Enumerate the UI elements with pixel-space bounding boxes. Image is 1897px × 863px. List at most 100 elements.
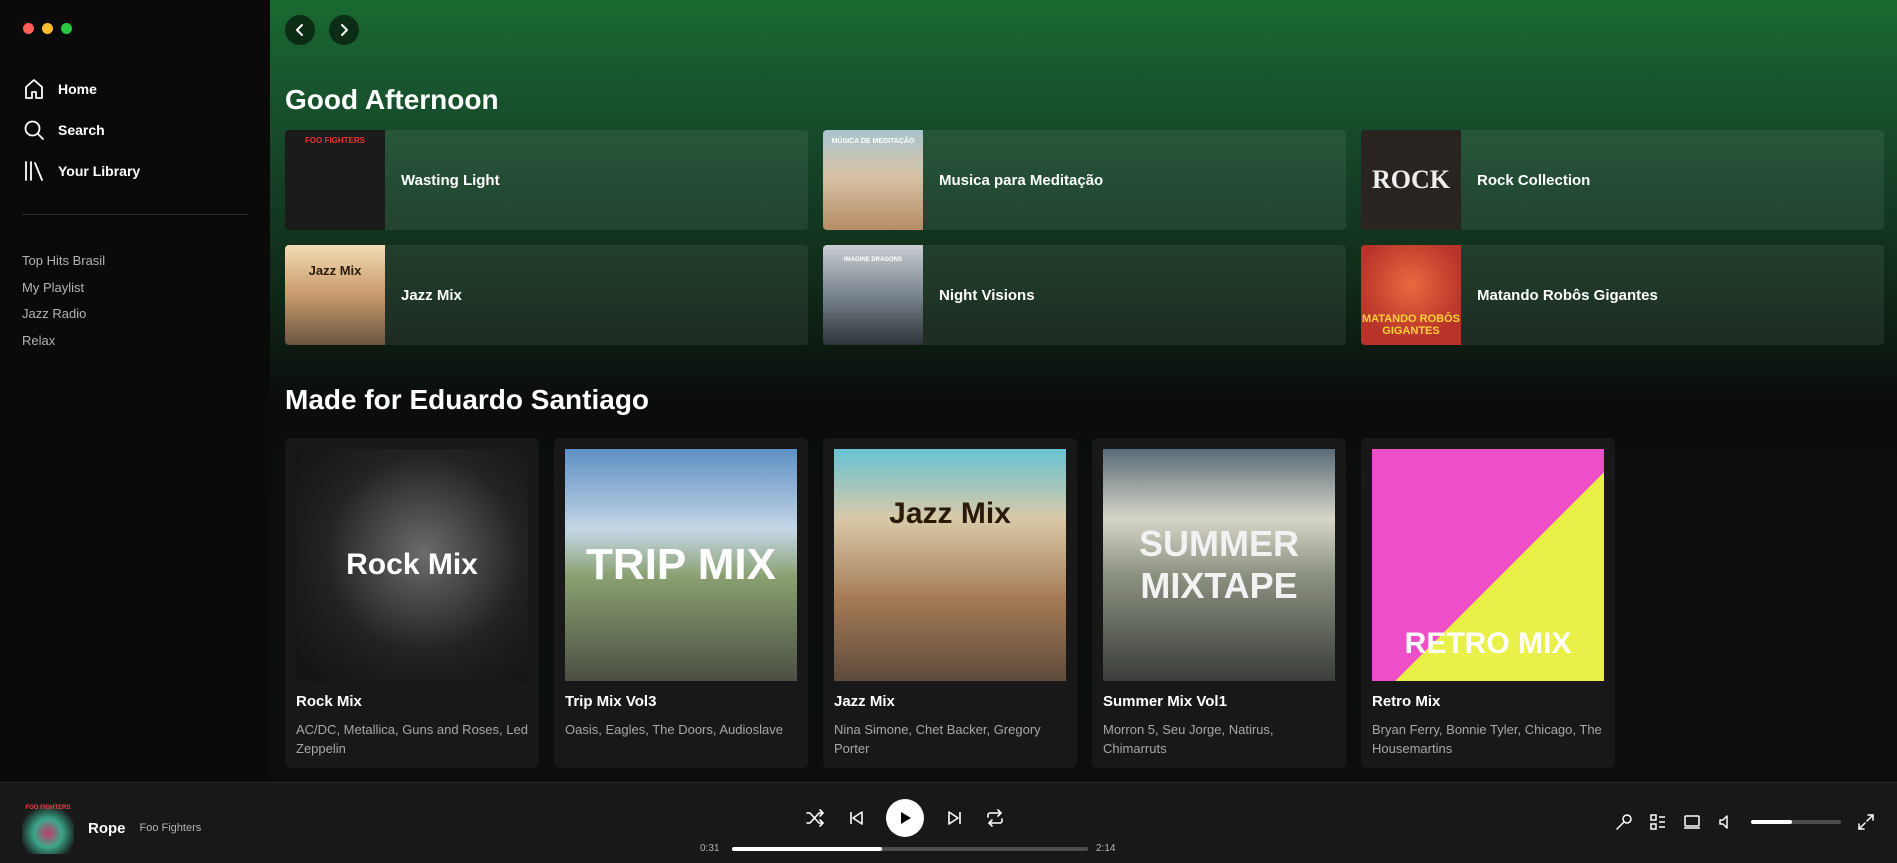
mute-button[interactable] bbox=[1717, 813, 1735, 831]
now-playing: FOO FIGHTERS Rope Foo Fighters bbox=[22, 802, 201, 854]
mix-card[interactable]: Rock Mix Rock Mix AC/DC, Metallica, Guns… bbox=[285, 438, 539, 768]
total-time: 2:14 bbox=[1096, 843, 1116, 854]
queue-icon bbox=[1650, 814, 1665, 830]
now-playing-cover[interactable]: FOO FIGHTERS bbox=[22, 802, 74, 854]
cover-text: TRIP MIX bbox=[586, 540, 776, 589]
quick-pick-card[interactable]: Jazz Mix Jazz Mix bbox=[285, 245, 808, 345]
quick-pick-title: Rock Collection bbox=[1477, 171, 1591, 189]
cover-text: Jazz Mix bbox=[889, 497, 1011, 530]
mix-card[interactable]: Jazz Mix Jazz Mix Nina Simone, Chet Back… bbox=[823, 438, 1077, 768]
close-window-button[interactable] bbox=[23, 23, 34, 34]
quick-pick-title: Musica para Meditação bbox=[939, 171, 1104, 189]
nav-search[interactable]: Search bbox=[22, 109, 140, 150]
minimize-window-button[interactable] bbox=[42, 23, 53, 34]
quick-pick-title: Night Visions bbox=[939, 286, 1035, 304]
progress-fill bbox=[732, 846, 882, 851]
elapsed-time: 0:31 bbox=[700, 843, 720, 854]
previous-button[interactable] bbox=[846, 808, 866, 828]
mix-cover: SUMMER MIXTAPE bbox=[1103, 449, 1335, 681]
cover-text: Rock Mix bbox=[346, 548, 478, 581]
sidebar-divider bbox=[22, 214, 248, 215]
album-cover: Jazz Mix bbox=[285, 245, 385, 345]
volume-level bbox=[1751, 820, 1792, 824]
shuffle-icon bbox=[806, 809, 824, 827]
progress-bar[interactable] bbox=[732, 846, 1088, 851]
quick-pick-card[interactable]: MATANDO ROBÔS GIGANTES Matando Robôs Gig… bbox=[1361, 245, 1884, 345]
album-cover: IMAGINE DRAGONS bbox=[823, 245, 923, 345]
mix-description: AC/DC, Metallica, Guns and Roses, Led Ze… bbox=[296, 722, 528, 756]
shuffle-button[interactable] bbox=[805, 808, 825, 828]
chevron-left-icon bbox=[296, 24, 303, 36]
cover-text: ROCK bbox=[1372, 165, 1450, 194]
mix-description: Bryan Ferry, Bonnie Tyler, Chicago, The … bbox=[1372, 722, 1602, 756]
device-icon bbox=[1684, 815, 1700, 829]
forward-button[interactable] bbox=[329, 15, 359, 45]
playlist-item[interactable]: Relax bbox=[22, 332, 105, 359]
skip-forward-icon bbox=[947, 811, 961, 825]
microphone-icon bbox=[1616, 814, 1632, 830]
cover-text: SUMMER MIXTAPE bbox=[1139, 523, 1299, 606]
playlist-item[interactable]: Jazz Radio bbox=[22, 305, 105, 332]
album-cover: ROCK bbox=[1361, 130, 1461, 230]
sidebar: Home Search Your Library Top Hits Brasil… bbox=[0, 0, 270, 782]
mix-cover: TRIP MIX bbox=[565, 449, 797, 681]
nav-home[interactable]: Home bbox=[22, 68, 140, 109]
mix-description: Morron 5, Seu Jorge, Natirus, Chimarruts bbox=[1103, 722, 1274, 756]
album-cover: MATANDO ROBÔS GIGANTES bbox=[1361, 245, 1461, 345]
nav-search-label: Search bbox=[58, 121, 105, 138]
quick-pick-card[interactable]: FOO FIGHTERS Wasting Light bbox=[285, 130, 808, 230]
mix-description: Oasis, Eagles, The Doors, Audioslave bbox=[565, 722, 783, 737]
queue-button[interactable] bbox=[1649, 813, 1667, 831]
play-button[interactable] bbox=[886, 799, 924, 837]
quick-pick-card[interactable]: IMAGINE DRAGONS Night Visions bbox=[823, 245, 1346, 345]
track-artist[interactable]: Foo Fighters bbox=[140, 822, 202, 834]
main-content: Good Afternoon FOO FIGHTERS Wasting Ligh… bbox=[270, 0, 1897, 782]
quick-pick-title: Jazz Mix bbox=[401, 286, 462, 304]
connect-device-button[interactable] bbox=[1683, 813, 1701, 831]
maximize-window-button[interactable] bbox=[61, 23, 72, 34]
back-button[interactable] bbox=[285, 15, 315, 45]
skip-back-icon bbox=[849, 811, 863, 825]
mix-cover: Rock Mix bbox=[296, 449, 528, 681]
mix-title: Rock Mix bbox=[296, 693, 362, 710]
greeting-title: Good Afternoon bbox=[285, 84, 499, 115]
mix-title: Trip Mix Vol3 bbox=[565, 693, 657, 710]
library-icon bbox=[25, 160, 43, 181]
nav-library-label: Your Library bbox=[58, 162, 141, 179]
quick-pick-title: Matando Robôs Gigantes bbox=[1477, 286, 1658, 304]
track-title[interactable]: Rope bbox=[88, 820, 126, 837]
playlist-list: Top Hits Brasil My Playlist Jazz Radio R… bbox=[22, 252, 105, 358]
nav-library[interactable]: Your Library bbox=[22, 150, 140, 191]
repeat-icon bbox=[987, 809, 1003, 827]
quick-pick-card[interactable]: MÚSICA DE MEDITAÇÃO Musica para Meditaçã… bbox=[823, 130, 1346, 230]
playback-controls bbox=[805, 799, 1005, 837]
made-for-title: Made for Eduardo Santiago bbox=[285, 384, 650, 415]
cover-text: FOO FIGHTERS bbox=[25, 805, 71, 811]
window-controls bbox=[23, 23, 72, 34]
mix-description: Nina Simone, Chet Backer, Gregory Porter bbox=[834, 722, 1041, 756]
cover-text: FOO FIGHTERS bbox=[305, 136, 365, 145]
volume-icon bbox=[1719, 815, 1728, 829]
lyrics-button[interactable] bbox=[1615, 813, 1633, 831]
search-icon bbox=[24, 120, 44, 140]
mix-card[interactable]: TRIP MIX Trip Mix Vol3 Oasis, Eagles, Th… bbox=[554, 438, 808, 768]
repeat-button[interactable] bbox=[985, 808, 1005, 828]
cover-text: MÚSICA DE MEDITAÇÃO bbox=[831, 138, 915, 145]
history-nav bbox=[285, 15, 359, 45]
fullscreen-icon bbox=[1858, 814, 1874, 830]
next-button[interactable] bbox=[945, 808, 965, 828]
mix-cards-row: Rock Mix Rock Mix AC/DC, Metallica, Guns… bbox=[285, 438, 1615, 768]
quick-pick-card[interactable]: ROCK Rock Collection bbox=[1361, 130, 1884, 230]
mix-card[interactable]: RETRO MIX Retro Mix Bryan Ferry, Bonnie … bbox=[1361, 438, 1615, 768]
volume-slider[interactable] bbox=[1751, 820, 1841, 824]
mix-card[interactable]: SUMMER MIXTAPE Summer Mix Vol1 Morron 5,… bbox=[1092, 438, 1346, 768]
sidebar-nav: Home Search Your Library bbox=[22, 68, 140, 191]
playlist-item[interactable]: Top Hits Brasil bbox=[22, 252, 105, 279]
home-icon bbox=[25, 78, 43, 99]
playlist-item[interactable]: My Playlist bbox=[22, 279, 105, 306]
fullscreen-button[interactable] bbox=[1857, 813, 1875, 831]
chevron-right-icon bbox=[341, 24, 348, 36]
album-cover: FOO FIGHTERS bbox=[285, 130, 385, 230]
mix-title: Jazz Mix bbox=[834, 693, 895, 710]
mix-title: Retro Mix bbox=[1372, 693, 1441, 710]
